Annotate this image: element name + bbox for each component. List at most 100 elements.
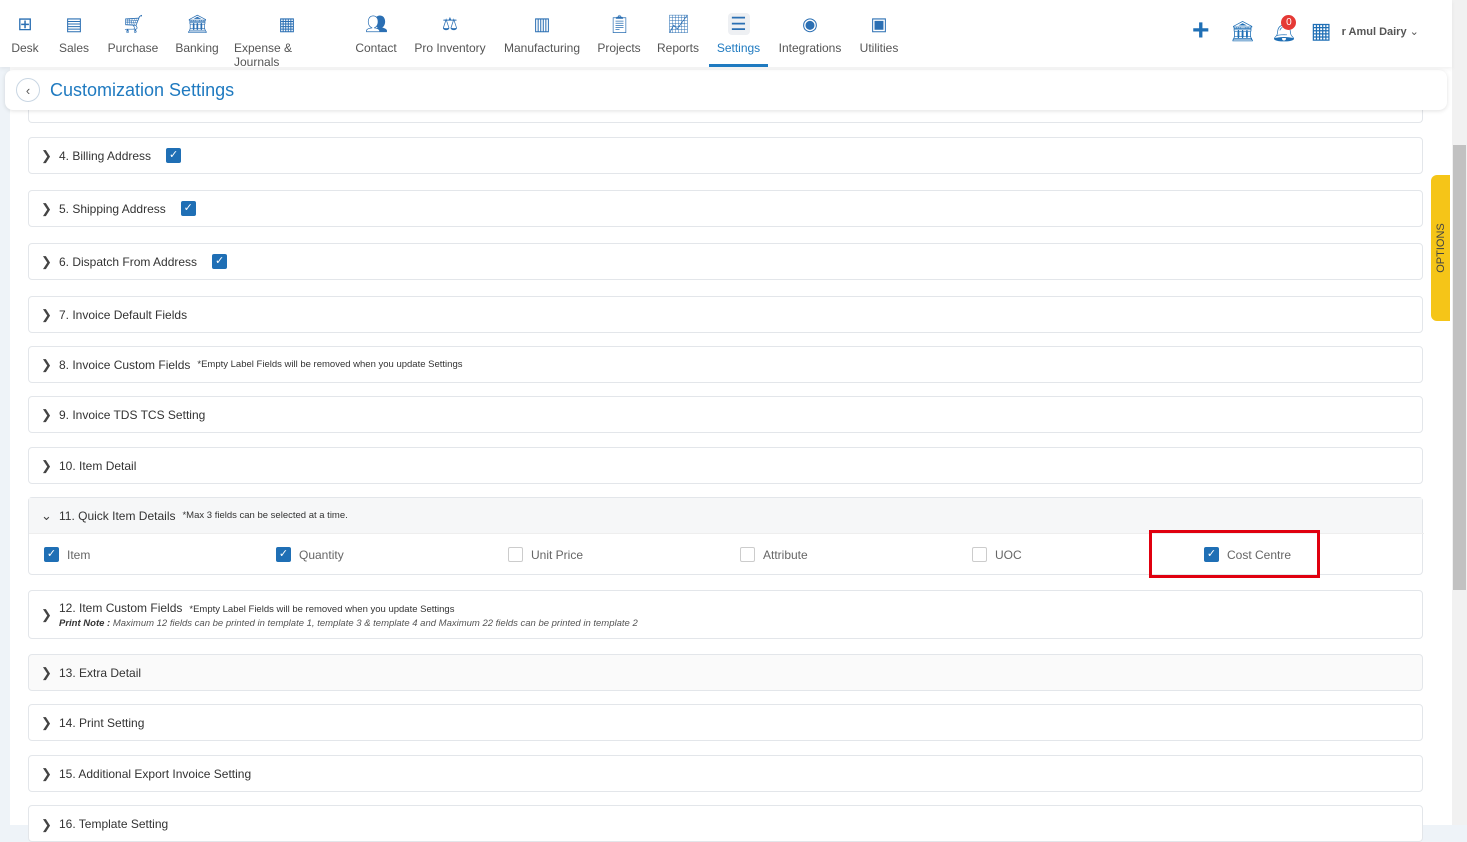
nav-label: Banking	[175, 41, 219, 55]
page-title: Customization Settings	[50, 79, 235, 100]
notification-badge: 0	[1281, 14, 1297, 30]
bank-transfer-icon[interactable]: 🏛︎	[1230, 19, 1255, 44]
section-invoice-default-fields[interactable]: ❯ 7. Invoice Default Fields	[28, 296, 1423, 333]
section-title: 4. Billing Address	[59, 148, 152, 163]
nav-purchase[interactable]: 🛒︎ Purchase	[104, 0, 162, 67]
left-strip	[0, 67, 10, 825]
chevron-right-icon: ❯	[41, 253, 52, 269]
section-invoice-tds-tcs[interactable]: ❯ 9. Invoice TDS TCS Setting	[28, 396, 1423, 433]
section-dispatch-from-address[interactable]: ❯ 6. Dispatch From Address ✓	[28, 243, 1423, 280]
add-icon[interactable]: +	[1192, 16, 1220, 46]
nav-banking[interactable]: 🏛︎ Banking	[172, 0, 222, 67]
option-label: Quantity	[299, 547, 344, 562]
nav-label: Desk	[11, 41, 39, 55]
section-title: 16. Template Setting	[59, 817, 169, 831]
page-header: ‹ Customization Settings	[5, 70, 1447, 110]
highlight-box	[1149, 530, 1320, 578]
unit-price-checkbox[interactable]	[508, 547, 523, 562]
projects-clipboard-icon: 📋︎	[608, 14, 631, 34]
section-shipping-address[interactable]: ❯ 5. Shipping Address ✓	[28, 190, 1423, 227]
chevron-right-icon: ❯	[41, 356, 52, 372]
nav-integrations[interactable]: ◉ Integrations	[776, 0, 844, 67]
section-note: *Empty Label Fields will be removed when…	[189, 604, 455, 615]
nav-label: Settings	[716, 41, 761, 55]
nav-label: Contact	[355, 41, 397, 55]
chevron-right-icon: ❯	[41, 714, 52, 730]
shipping-address-checkbox[interactable]: ✓	[180, 201, 196, 216]
section-billing-address[interactable]: ❯ 4. Billing Address ✓	[28, 137, 1423, 174]
section-note: *Empty Label Fields will be removed when…	[197, 359, 463, 370]
section-invoice-custom-fields[interactable]: ❯ 8. Invoice Custom Fields *Empty Label Fi…	[28, 346, 1423, 383]
nav-expense-journals[interactable]: ▦ Expense & Journals	[234, 0, 340, 69]
chevron-right-icon: ❯	[41, 817, 52, 832]
uoc-checkbox[interactable]	[972, 547, 987, 562]
chevron-right-icon: ❯	[41, 147, 52, 163]
nav-label: Manufacturing	[503, 41, 581, 55]
section-additional-export-invoice[interactable]: ❯ 15. Additional Export Invoice Setting	[28, 755, 1423, 792]
attribute-checkbox[interactable]	[740, 547, 755, 562]
nav-label: Utilities	[859, 41, 899, 55]
options-side-tab[interactable]: OPTIONS	[1431, 175, 1450, 321]
nav-sales[interactable]: ▤ Sales	[54, 0, 94, 67]
option-quantity[interactable]: ✓ Quantity	[276, 547, 344, 562]
nav-label: Sales	[58, 41, 90, 55]
option-unit-price[interactable]: Unit Price	[508, 547, 583, 562]
nav-right-tools: + 🏛︎ 🔔︎ 0 ▦ r Amul Dairy ⌄	[1192, 14, 1419, 46]
option-label: Attribute	[763, 547, 808, 562]
section-title: 13. Extra Detail	[59, 665, 142, 680]
nav-contact[interactable]: 👥︎ Contact	[352, 0, 400, 67]
contacts-icon: 👥︎	[365, 14, 388, 34]
nav-label: Reports	[656, 41, 700, 55]
chevron-right-icon: ❯	[41, 406, 52, 422]
cart-icon: 🛒︎	[122, 14, 145, 34]
section-title: 11. Quick Item Details	[59, 508, 176, 523]
section-title: 15. Additional Export Invoice Setting	[59, 766, 252, 781]
journal-icon: ▦	[278, 14, 296, 34]
nav-projects[interactable]: 📋︎ Projects	[594, 0, 644, 67]
section-title: 12. Item Custom Fields	[59, 601, 183, 615]
bank-icon: 🏛︎	[186, 14, 209, 34]
section-header[interactable]: ⌄ 11. Quick Item Details *Max 3 fields can…	[29, 498, 1422, 533]
section-print-setting[interactable]: ❯ 14. Print Setting	[28, 704, 1423, 741]
company-selector[interactable]: r Amul Dairy ⌄	[1342, 25, 1419, 38]
sales-receipt-icon: ▤	[65, 14, 83, 34]
chevron-down-icon: ⌄	[41, 507, 52, 523]
item-checkbox[interactable]: ✓	[44, 547, 59, 562]
nav-utilities[interactable]: ▣ Utilities	[856, 0, 902, 67]
section-item-detail[interactable]: ❯ 10. Item Detail	[28, 447, 1423, 484]
quantity-checkbox[interactable]: ✓	[276, 547, 291, 562]
nav-label: Expense & Journals	[234, 41, 293, 69]
back-button[interactable]: ‹	[16, 78, 40, 102]
section-title: 5. Shipping Address	[59, 201, 166, 216]
section-item-custom-fields[interactable]: ❯ 12. Item Custom Fields *Empty Label Fie…	[28, 590, 1423, 639]
company-name: r Amul Dairy	[1341, 25, 1407, 38]
section-note: *Max 3 fields can be selected at a time.	[182, 510, 348, 521]
notification-bell-icon[interactable]: 🔔︎ 0	[1271, 14, 1297, 44]
section-title: 7. Invoice Default Fields	[59, 307, 188, 322]
scrollbar-thumb[interactable]	[1453, 145, 1466, 590]
nav-label: Integrations	[778, 41, 842, 55]
inventory-trolley-icon: ⚖︎	[441, 14, 459, 34]
report-chart-icon: 📈︎	[667, 14, 690, 34]
billing-address-checkbox[interactable]: ✓	[166, 148, 182, 163]
nav-label: Projects	[597, 41, 641, 55]
nav-desk[interactable]: ⊞ Desk	[5, 0, 45, 67]
section-extra-detail[interactable]: ❯ 13. Extra Detail	[28, 654, 1423, 691]
option-attribute[interactable]: Attribute	[740, 547, 808, 562]
chevron-down-icon: ⌄	[1409, 25, 1419, 38]
chevron-right-icon: ❯	[41, 765, 52, 781]
option-item[interactable]: ✓ Item	[44, 547, 90, 562]
nav-pro-inventory[interactable]: ⚖︎ Pro Inventory	[412, 0, 488, 67]
nav-reports[interactable]: 📈︎ Reports	[654, 0, 702, 67]
section-template-setting[interactable]: ❯ 16. Template Setting	[28, 805, 1423, 842]
chevron-right-icon: ❯	[41, 457, 52, 473]
nav-settings[interactable]: ☰ Settings	[709, 0, 768, 67]
print-note: Maximum 12 fields can be printed in temp…	[110, 618, 638, 629]
option-uoc[interactable]: UOC	[972, 547, 1022, 562]
nav-manufacturing[interactable]: ▥ Manufacturing	[500, 0, 584, 67]
factory-icon: ▥	[533, 14, 551, 34]
section-title: 9. Invoice TDS TCS Setting	[59, 407, 206, 422]
apps-grid-icon[interactable]: ▦	[1311, 18, 1332, 44]
dispatch-address-checkbox[interactable]: ✓	[212, 254, 228, 269]
desk-grid-icon: ⊞	[17, 14, 33, 34]
